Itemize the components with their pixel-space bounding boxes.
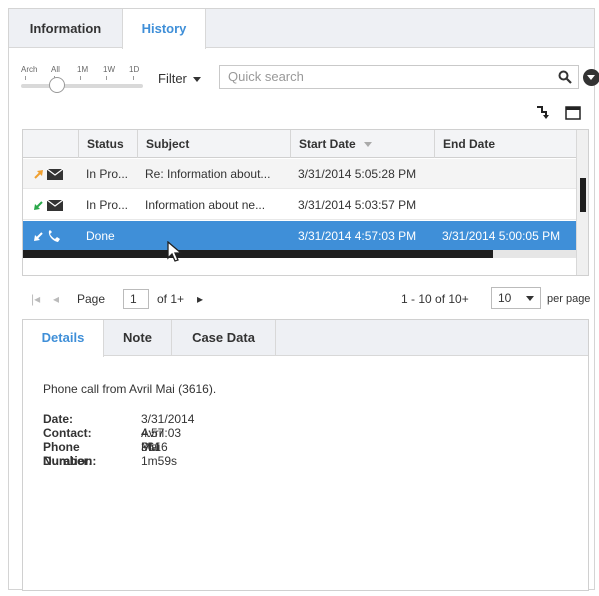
inbound-call-icon: [34, 230, 60, 242]
tab-history[interactable]: History: [122, 9, 206, 49]
end-date-cell: 3/31/2014 5:00:05 PM: [442, 229, 561, 243]
status-cell: In Pro...: [86, 167, 129, 181]
sort-descending-icon: [363, 142, 372, 148]
mouse-cursor-icon: [167, 241, 183, 262]
range-label-1d[interactable]: 1D: [129, 65, 139, 74]
details-panel: Details Note Case Data Phone call from A…: [22, 319, 589, 591]
vertical-scrollbar[interactable]: [576, 130, 588, 275]
horizontal-scroll-thumb[interactable]: [23, 250, 493, 258]
end-date-cell: [434, 190, 576, 220]
previous-page-icon[interactable]: ◂: [53, 287, 59, 311]
search-options-button[interactable]: [583, 69, 599, 86]
contact-history-panel: Information History Arch All 1M 1W 1D Fi…: [8, 8, 599, 591]
per-page-label: per page: [547, 293, 591, 305]
field-label: Contact:: [43, 426, 92, 440]
pop-out-icon[interactable]: [535, 105, 553, 121]
end-date-cell: [434, 159, 576, 189]
chevron-down-icon: [526, 296, 534, 301]
pager: |◂ ◂ Page 1 of 1+ ▸ 1 - 10 of 10+ 10 per…: [27, 287, 597, 311]
table-row[interactable]: In Pro... Information about ne... 3/31/2…: [23, 190, 576, 220]
maximize-icon[interactable]: [564, 105, 582, 121]
page-size-select[interactable]: 10: [491, 287, 541, 309]
details-tab-bar: Details Note Case Data: [23, 320, 588, 357]
table-row-selected[interactable]: Done 3/31/2014 4:57:03 PM 3/31/2014 5:00…: [23, 221, 576, 251]
subject-cell: [137, 221, 290, 251]
filter-dropdown[interactable]: Filter: [158, 69, 201, 89]
tab-information[interactable]: Information: [9, 9, 122, 48]
filter-label: Filter: [158, 71, 187, 86]
time-range-ticks: [21, 76, 145, 82]
table-row[interactable]: In Pro... Re: Information about... 3/31/…: [23, 159, 576, 189]
tab-note[interactable]: Note: [104, 320, 172, 356]
outbound-email-icon: [34, 168, 64, 180]
status-cell: Done: [86, 229, 115, 243]
column-header-end-date[interactable]: End Date: [434, 130, 576, 158]
page-size-value: 10: [498, 291, 512, 305]
tab-details[interactable]: Details: [23, 320, 104, 357]
history-grid: Status Subject Start Date End Date In Pr…: [22, 129, 589, 276]
start-date-cell: 3/31/2014 4:57:03 PM: [298, 229, 417, 243]
time-range-slider[interactable]: [21, 84, 143, 88]
start-date-label: Start Date: [299, 137, 356, 151]
next-page-icon[interactable]: ▸: [197, 287, 203, 311]
page-number-input[interactable]: 1: [123, 289, 149, 309]
column-header-subject[interactable]: Subject: [137, 130, 290, 158]
interaction-summary: Phone call from Avril Mai (3616).: [43, 382, 217, 396]
start-date-cell: 3/31/2014 5:03:57 PM: [298, 198, 417, 212]
first-page-icon[interactable]: |◂: [31, 287, 40, 311]
range-label-arch[interactable]: Arch: [21, 65, 37, 74]
field-value: 3616: [141, 440, 168, 454]
range-label-1w[interactable]: 1W: [103, 65, 115, 74]
grid-header: Status Subject Start Date End Date: [23, 130, 576, 158]
column-header-status[interactable]: Status: [78, 130, 137, 158]
quick-search-input[interactable]: Quick search: [219, 65, 579, 89]
time-range-slider-thumb[interactable]: [49, 77, 65, 93]
field-label: Date:: [43, 412, 74, 426]
range-label-1m[interactable]: 1M: [77, 65, 88, 74]
status-cell: In Pro...: [86, 198, 129, 212]
top-tab-bar: Information History: [9, 9, 594, 49]
search-icon[interactable]: [558, 70, 572, 84]
page-count-label: of 1+: [157, 292, 185, 306]
range-label-all[interactable]: All: [51, 65, 60, 74]
tab-case-data[interactable]: Case Data: [172, 320, 276, 356]
vertical-scroll-thumb[interactable]: [580, 178, 586, 212]
inbound-email-icon: [34, 199, 64, 211]
column-header-start-date[interactable]: Start Date: [290, 130, 434, 158]
range-summary: 1 - 10 of 10+: [401, 292, 469, 306]
field-label: Duration:: [43, 454, 97, 468]
chevron-down-icon: [192, 77, 201, 83]
subject-cell: Re: Information about...: [145, 167, 271, 181]
horizontal-scrollbar[interactable]: [23, 250, 576, 258]
subject-cell: Information about ne...: [145, 198, 266, 212]
field-value: 1m59s: [141, 454, 178, 468]
search-placeholder: Quick search: [228, 69, 304, 84]
page-label: Page: [77, 292, 106, 306]
start-date-cell: 3/31/2014 5:05:28 PM: [298, 167, 417, 181]
